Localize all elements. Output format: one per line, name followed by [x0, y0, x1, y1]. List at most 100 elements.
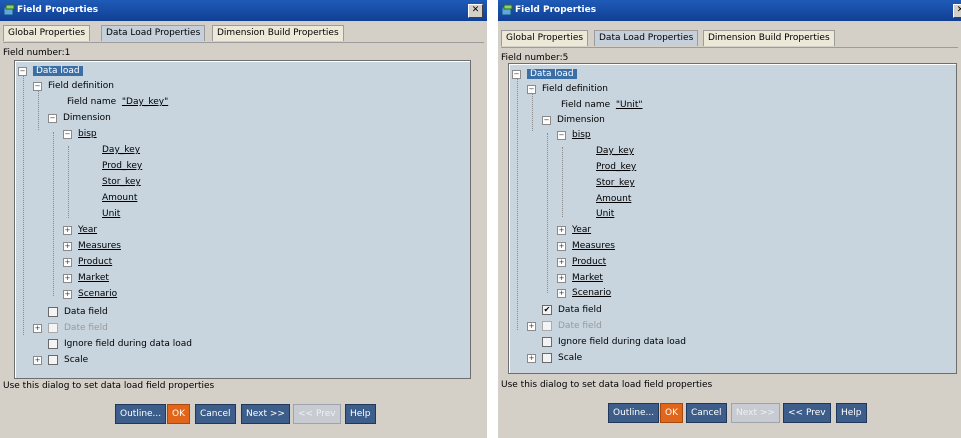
tree-node-scenario[interactable]: + Scenario: [63, 287, 117, 301]
help-button[interactable]: Help: [345, 404, 376, 424]
outline-button[interactable]: Outline...: [115, 404, 167, 424]
minus-box-icon[interactable]: −: [557, 130, 566, 140]
tree-node-dimension[interactable]: − Dimension: [542, 113, 605, 127]
tree-node-field-definition[interactable]: − Field definition: [33, 79, 114, 93]
tree-leaf-stor-key[interactable]: Stor_key: [596, 176, 635, 190]
ignore-field-checkbox[interactable]: Ignore field during data load: [542, 335, 686, 349]
field-name-value[interactable]: "Unit": [616, 100, 643, 110]
close-icon[interactable]: ✕: [953, 4, 961, 18]
cancel-button[interactable]: Cancel: [686, 403, 727, 423]
checkbox-empty-icon[interactable]: [48, 355, 58, 365]
checkbox-disabled-icon: [48, 323, 58, 333]
checkbox-empty-icon[interactable]: [48, 307, 58, 317]
plus-box-icon[interactable]: +: [527, 321, 536, 331]
tab-dimension-build-properties[interactable]: Dimension Build Properties: [703, 30, 835, 46]
tree-leaf-unit[interactable]: Unit: [596, 207, 614, 221]
checkbox-disabled-icon: [542, 321, 552, 331]
minus-box-icon[interactable]: −: [48, 113, 57, 123]
tree-node-product[interactable]: + Product: [63, 255, 112, 269]
tab-divider: [501, 47, 958, 48]
properties-tree[interactable]: − Data load − Field definition Field name …: [14, 60, 471, 379]
close-icon[interactable]: ✕: [468, 4, 483, 18]
tab-dimension-build-properties[interactable]: Dimension Build Properties: [212, 25, 344, 41]
plus-box-icon[interactable]: +: [63, 225, 72, 235]
plus-box-icon[interactable]: +: [33, 355, 42, 365]
minus-box-icon[interactable]: −: [527, 84, 536, 94]
tree-leaf-amount[interactable]: Amount: [596, 192, 631, 206]
checkbox-empty-icon[interactable]: [48, 339, 58, 349]
help-button[interactable]: Help: [836, 403, 867, 423]
plus-box-icon[interactable]: +: [557, 241, 566, 251]
data-field-checkbox[interactable]: Data field: [48, 305, 108, 319]
tree-node-market[interactable]: + Market: [63, 271, 109, 285]
scale-node[interactable]: + Scale: [33, 353, 88, 367]
tree-node-product[interactable]: + Product: [557, 255, 606, 269]
tab-global-properties[interactable]: Global Properties: [501, 30, 589, 46]
plus-box-icon[interactable]: +: [63, 273, 72, 283]
checkbox-empty-icon[interactable]: [542, 353, 552, 363]
tree-node-field-name[interactable]: Field name "Day_key": [67, 95, 168, 109]
title-bar: Field Properties ✕: [0, 0, 487, 21]
ok-button[interactable]: OK: [660, 403, 683, 423]
tab-divider: [3, 42, 484, 43]
tree-node-data-load[interactable]: − Data load: [512, 67, 577, 81]
next-button[interactable]: Next >>: [731, 403, 780, 423]
plus-box-icon[interactable]: +: [527, 353, 536, 363]
tab-global-properties[interactable]: Global Properties: [3, 25, 91, 41]
scale-node[interactable]: + Scale: [527, 351, 582, 365]
field-properties-icon: [501, 4, 513, 16]
tab-data-load-properties[interactable]: Data Load Properties: [101, 25, 206, 41]
minus-box-icon[interactable]: −: [63, 129, 72, 139]
cancel-button[interactable]: Cancel: [195, 404, 236, 424]
tree-node-market[interactable]: + Market: [557, 271, 603, 285]
plus-box-icon[interactable]: +: [33, 323, 42, 333]
field-name-value[interactable]: "Day_key": [122, 97, 168, 107]
plus-box-icon[interactable]: +: [557, 288, 566, 298]
tab-data-load-properties[interactable]: Data Load Properties: [594, 30, 699, 46]
tree-leaf-day-key[interactable]: Day_key: [102, 143, 140, 157]
tree-leaf-prod-key[interactable]: Prod_key: [596, 160, 636, 174]
minus-box-icon[interactable]: −: [33, 81, 42, 91]
tree-leaf-day-key[interactable]: Day_key: [596, 144, 634, 158]
tree-node-field-name[interactable]: Field name "Unit": [561, 98, 643, 112]
plus-box-icon[interactable]: +: [557, 257, 566, 267]
plus-box-icon[interactable]: +: [63, 241, 72, 251]
tree-node-data-load[interactable]: − Data load: [18, 64, 83, 78]
date-field-node[interactable]: + Date field: [33, 321, 108, 335]
properties-tree[interactable]: − Data load − Field definition Field name …: [508, 63, 957, 374]
plus-box-icon[interactable]: +: [63, 257, 72, 267]
tree-leaf-stor-key[interactable]: Stor_key: [102, 175, 141, 189]
tree-node-year[interactable]: + Year: [63, 223, 97, 237]
tree-leaf-prod-key[interactable]: Prod_key: [102, 159, 142, 173]
prev-button[interactable]: << Prev: [783, 403, 831, 423]
tree-node-dimension[interactable]: − Dimension: [48, 111, 111, 125]
hint-text: Use this dialog to set data load field p…: [3, 381, 215, 391]
tree-node-measures[interactable]: + Measures: [63, 239, 121, 253]
tree-node-bisp[interactable]: − bisp: [63, 127, 97, 141]
minus-box-icon[interactable]: −: [512, 69, 521, 79]
data-field-checkbox[interactable]: ✔ Data field: [542, 303, 602, 317]
date-field-node[interactable]: + Date field: [527, 319, 602, 333]
field-properties-dialog-1: Field Properties ✕ Global Properties Dat…: [0, 0, 487, 438]
checkbox-empty-icon[interactable]: [542, 337, 552, 347]
minus-box-icon[interactable]: −: [542, 115, 551, 125]
prev-button[interactable]: << Prev: [293, 404, 341, 424]
tree-node-bisp[interactable]: − bisp: [557, 128, 591, 142]
checkmark-icon[interactable]: ✔: [542, 305, 552, 315]
ignore-field-checkbox[interactable]: Ignore field during data load: [48, 337, 192, 351]
tree-node-year[interactable]: + Year: [557, 223, 591, 237]
tree-leaf-unit[interactable]: Unit: [102, 207, 120, 221]
tree-leaf-amount[interactable]: Amount: [102, 191, 137, 205]
plus-box-icon[interactable]: +: [557, 273, 566, 283]
ok-button[interactable]: OK: [167, 404, 190, 424]
next-button[interactable]: Next >>: [241, 404, 290, 424]
tree-node-scenario[interactable]: + Scenario: [557, 286, 611, 300]
plus-box-icon[interactable]: +: [63, 289, 72, 299]
tree-node-field-definition[interactable]: − Field definition: [527, 82, 608, 96]
field-number-label: Field number:5: [501, 53, 569, 63]
plus-box-icon[interactable]: +: [557, 225, 566, 235]
tree-node-measures[interactable]: + Measures: [557, 239, 615, 253]
hint-text: Use this dialog to set data load field p…: [501, 380, 713, 390]
outline-button[interactable]: Outline...: [608, 403, 660, 423]
minus-box-icon[interactable]: −: [18, 66, 27, 76]
